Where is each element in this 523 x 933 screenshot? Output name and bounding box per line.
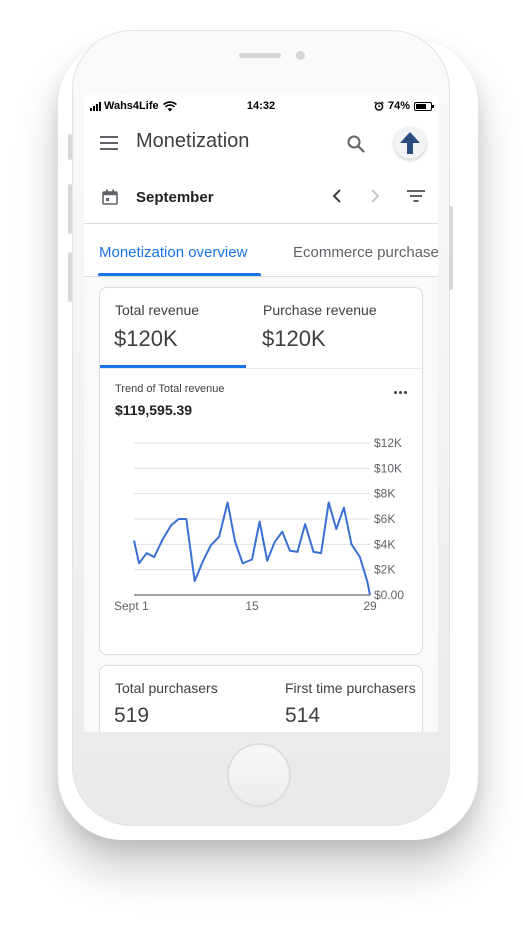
avatar[interactable] bbox=[394, 127, 426, 159]
metric-value: 514 bbox=[285, 704, 321, 727]
y-tick-label: $4K bbox=[374, 537, 395, 551]
tab-bar: Monetization overview Ecommerce purchase… bbox=[84, 224, 438, 277]
status-bar: Wahs4Life 14:32 74% bbox=[84, 95, 438, 117]
y-tick-label: $2K bbox=[374, 563, 395, 577]
mute-switch bbox=[68, 134, 72, 160]
battery-percent: 74% bbox=[387, 100, 410, 112]
status-right: 74% bbox=[374, 100, 434, 112]
metric-value: $120K bbox=[114, 326, 178, 351]
revenue-trend-chart: $0.00 $2K $4K $6K $8K $10K $12K Sept 1 15 29 bbox=[114, 436, 404, 613]
page-title: Monetization bbox=[136, 130, 250, 152]
y-tick-label: $6K bbox=[374, 512, 395, 526]
trend-value: $119,595.39 bbox=[115, 402, 193, 418]
search-icon[interactable] bbox=[346, 134, 366, 154]
date-range-label[interactable]: September bbox=[136, 189, 214, 206]
metric-value: $120K bbox=[262, 326, 326, 351]
tab-ecommerce-purchases[interactable]: Ecommerce purchases bbox=[293, 244, 438, 261]
active-tab-indicator bbox=[98, 273, 261, 276]
avatar-arrow-icon bbox=[400, 132, 420, 154]
content-area: Total revenue $120K Purchase revenue $12… bbox=[84, 277, 438, 732]
home-button[interactable] bbox=[227, 743, 291, 807]
x-tick-label: 15 bbox=[245, 599, 259, 613]
y-tick-label: $10K bbox=[374, 461, 402, 475]
metric-label[interactable]: Total revenue bbox=[115, 302, 199, 318]
tab-monetization-overview[interactable]: Monetization overview bbox=[99, 244, 247, 261]
phone-camera bbox=[296, 51, 305, 60]
more-options-icon[interactable] bbox=[394, 391, 407, 394]
y-tick-label: $8K bbox=[374, 487, 395, 501]
phone-speaker bbox=[239, 53, 281, 58]
series-line bbox=[133, 501, 371, 596]
calendar-icon bbox=[102, 189, 118, 205]
x-tick-label: Sept 1 bbox=[114, 599, 149, 613]
trend-label: Trend of Total revenue bbox=[115, 383, 225, 395]
date-selector: September bbox=[84, 173, 438, 224]
x-tick-label: 29 bbox=[363, 599, 377, 613]
menu-icon[interactable] bbox=[100, 136, 118, 150]
metric-label[interactable]: Purchase revenue bbox=[263, 302, 377, 318]
volume-up-button bbox=[68, 184, 72, 234]
volume-down-button bbox=[68, 252, 72, 302]
chevron-right-icon[interactable] bbox=[368, 187, 382, 205]
metric-label[interactable]: First time purchasers bbox=[285, 680, 416, 696]
alarm-icon bbox=[374, 101, 384, 111]
battery-icon bbox=[414, 101, 434, 111]
metric-label[interactable]: Total purchasers bbox=[115, 680, 218, 696]
revenue-card: Total revenue $120K Purchase revenue $12… bbox=[99, 287, 423, 655]
purchasers-card: Total purchasers 519 First time purchase… bbox=[99, 665, 423, 732]
app-screen: Wahs4Life 14:32 74% Monetization Septemb… bbox=[84, 95, 438, 732]
card-divider bbox=[100, 368, 422, 369]
chevron-left-icon[interactable] bbox=[330, 187, 344, 205]
app-bar: Monetization bbox=[84, 117, 438, 173]
y-tick-label: $12K bbox=[374, 436, 402, 450]
y-tick-label: $0.00 bbox=[374, 588, 404, 602]
filter-icon[interactable] bbox=[407, 188, 425, 204]
metric-value: 519 bbox=[114, 704, 150, 727]
power-button bbox=[449, 206, 453, 290]
